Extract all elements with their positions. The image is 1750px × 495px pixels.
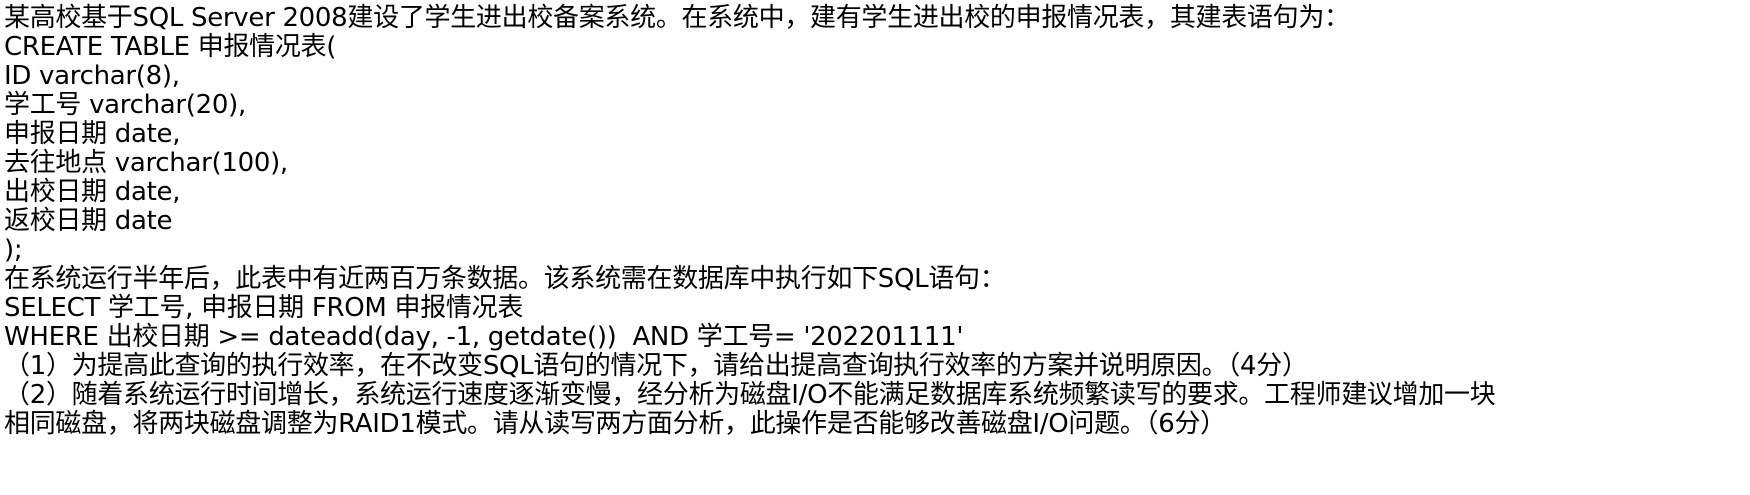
context-line: 在系统运行半年后，此表中有近两百万条数据。该系统需在数据库中执行如下SQL语句： [4,264,1006,294]
question-2-line-1: （2）随着系统运行时间增长，系统运行速度逐渐变慢，经分析为磁盘I/O不能满足数据… [4,380,1496,410]
sql-close-paren: ); [4,235,23,265]
sql-select-line: SELECT 学工号, 申报日期 FROM 申报情况表 [4,293,524,323]
sql-column-destination: 去往地点 varchar(100), [4,148,288,178]
sql-column-leave-date: 出校日期 date, [4,177,181,207]
intro-line: 某高校基于SQL Server 2008建设了学生进出校备案系统。在系统中，建有… [4,3,1350,33]
question-1: （1）为提高此查询的执行效率，在不改变SQL语句的情况下，请给出提高查询执行效率… [4,351,1308,381]
sql-create-table-line: CREATE TABLE 申报情况表( [4,32,337,62]
sql-column-student-id: 学工号 varchar(20), [4,90,246,120]
question-2-line-2: 相同磁盘，将两块磁盘调整为RAID1模式。请从读写两方面分析，此操作是否能够改善… [4,409,1226,439]
sql-column-id: ID varchar(8), [4,61,180,91]
sql-column-return-date: 返校日期 date [4,206,173,236]
document-body: 某高校基于SQL Server 2008建设了学生进出校备案系统。在系统中，建有… [4,4,1746,439]
sql-column-report-date: 申报日期 date, [4,119,181,149]
sql-where-line: WHERE 出校日期 >= dateadd(day, -1, getdate()… [4,322,964,352]
